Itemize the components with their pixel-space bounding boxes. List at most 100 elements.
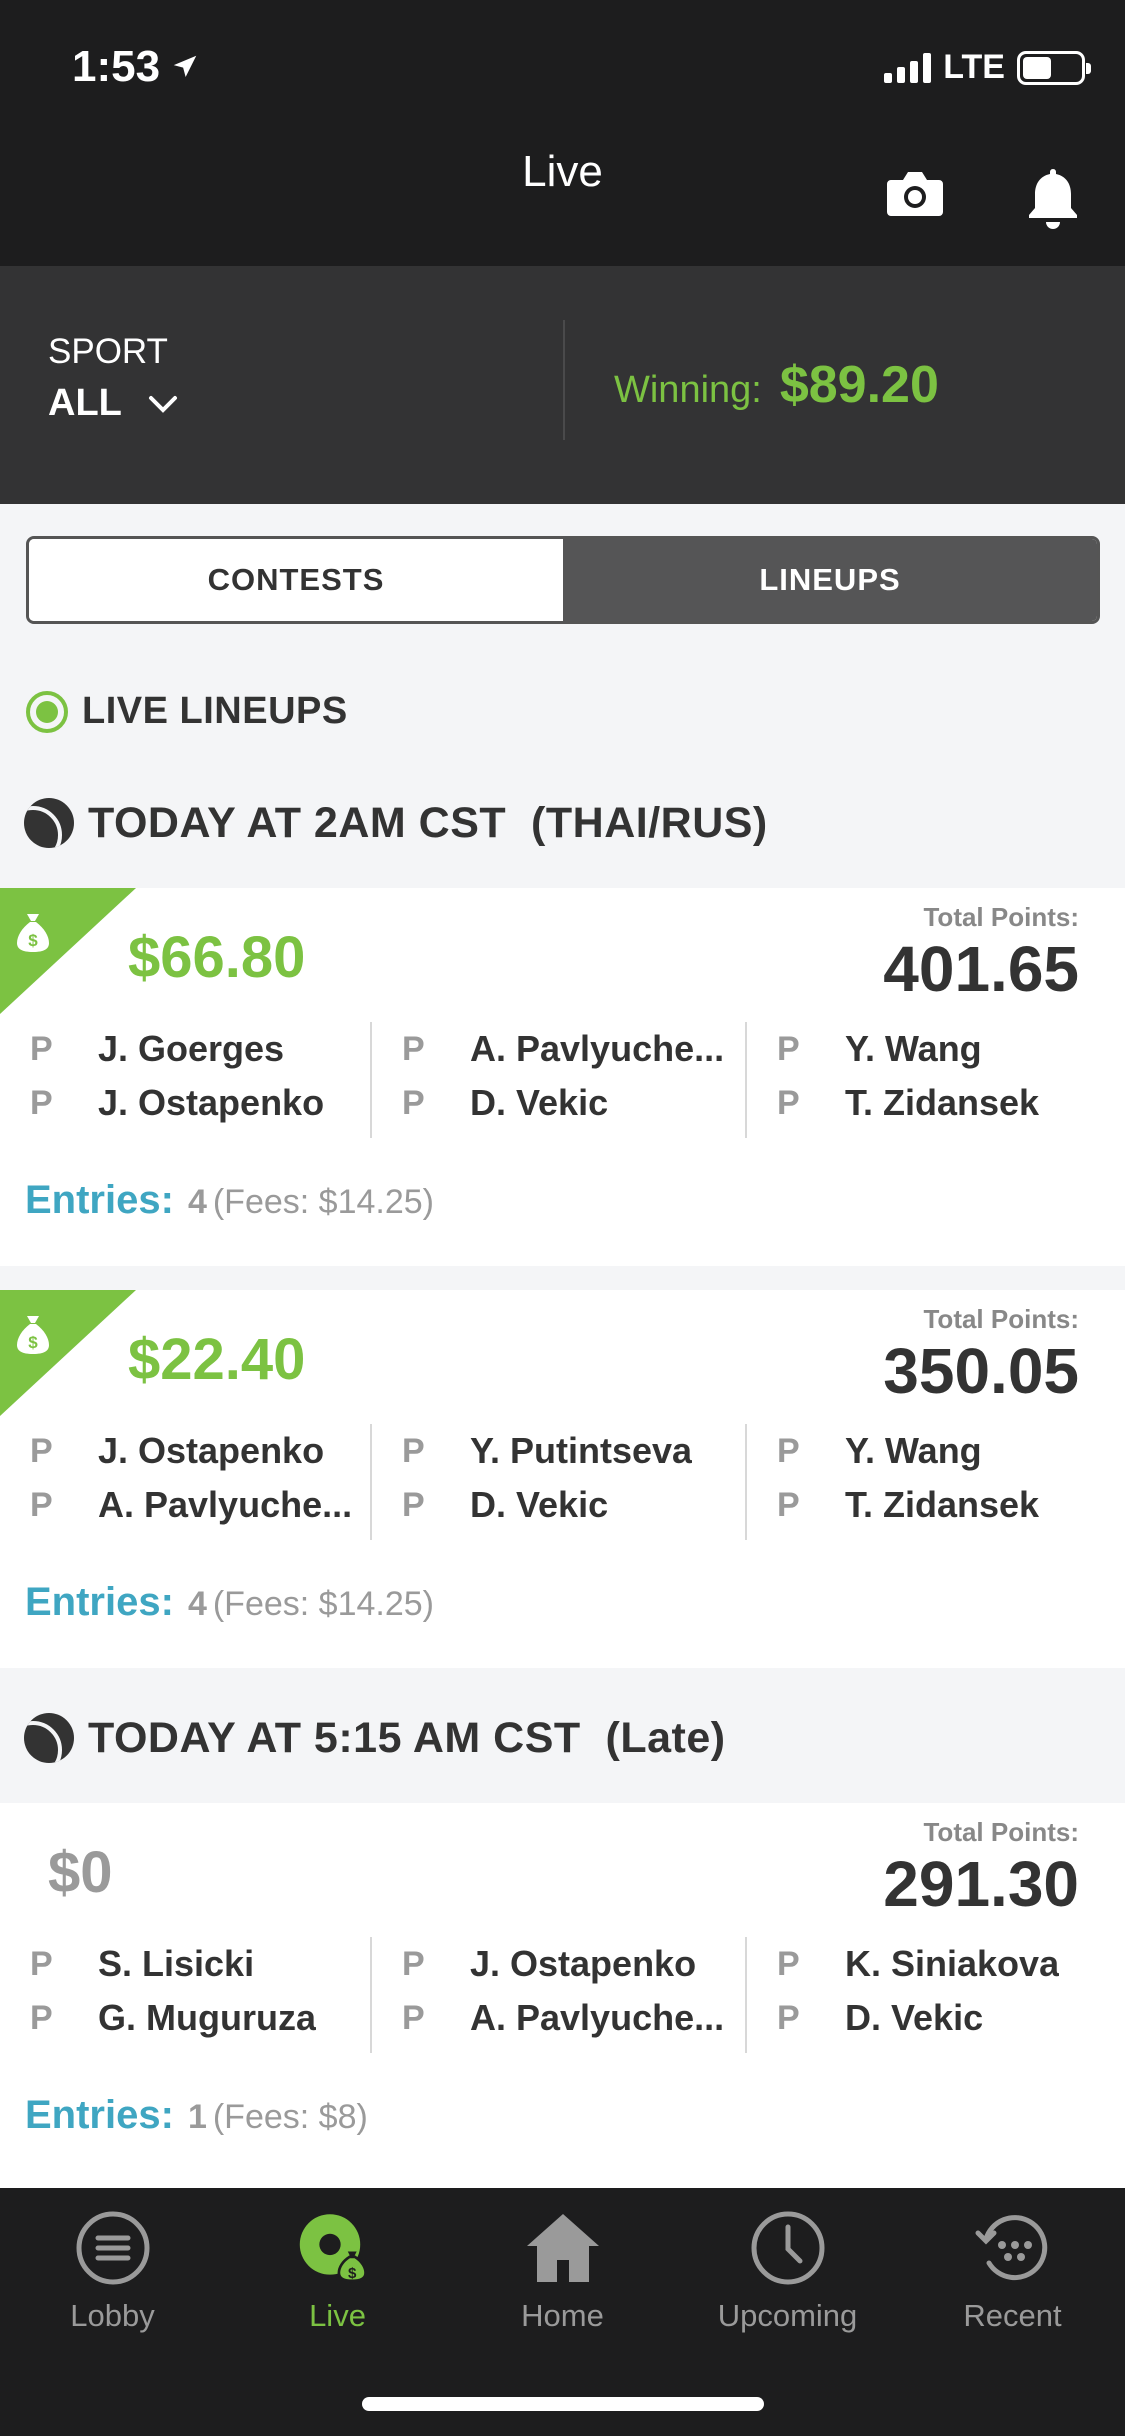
- player-name: G. Muguruza: [98, 1997, 316, 2038]
- entries-label: Entries:: [25, 1178, 174, 1222]
- live-lineups-label: LIVE LINEUPS: [82, 690, 348, 732]
- player-row: P K. Siniakova: [747, 1937, 1059, 1991]
- player-row: P T. Zidansek: [747, 1076, 1039, 1130]
- home-icon: [523, 2208, 603, 2288]
- player-row: P A. Pavlyuche...: [372, 1022, 724, 1076]
- section-header: TODAY AT 5:15 AM CST (Late): [24, 1713, 726, 1763]
- player-grid: P S. Lisicki P G. Muguruza P J. Ostapenko P…: [0, 1937, 1125, 2053]
- svg-text:$: $: [28, 1333, 38, 1352]
- player-name: D. Vekic: [470, 1082, 609, 1123]
- winning-value: $89.20: [779, 356, 939, 414]
- tab-home[interactable]: Home: [450, 2208, 675, 2338]
- sport-dropdown[interactable]: ALL: [48, 382, 178, 425]
- player-row: P D. Vekic: [747, 1991, 983, 2045]
- player-position: P: [30, 1431, 53, 1470]
- tab-label: Home: [521, 2298, 604, 2333]
- player-row: P D. Vekic: [372, 1478, 608, 1532]
- player-position: P: [777, 1431, 800, 1470]
- total-points-value: 291.30: [883, 1848, 1079, 1920]
- sport-value: ALL: [48, 382, 122, 424]
- camera-icon: [887, 172, 943, 216]
- tab-upcoming[interactable]: Upcoming: [675, 2208, 900, 2338]
- player-name: Y. Putintseva: [470, 1430, 693, 1471]
- menu-circle-icon: [73, 2208, 153, 2288]
- entries-info: Entries: 1 (Fees: $8): [25, 2093, 368, 2138]
- player-name: A. Pavlyuche...: [470, 1997, 725, 2038]
- player-name: K. Siniakova: [845, 1943, 1060, 1984]
- player-position: P: [777, 1944, 800, 1983]
- player-name: J. Ostapenko: [98, 1430, 325, 1471]
- player-position: P: [777, 1485, 800, 1524]
- player-row: P D. Vekic: [372, 1076, 608, 1130]
- live-money-icon: $: [298, 2208, 378, 2288]
- lineup-card[interactable]: $ $22.40 Total Points: 350.05 P J. Ostape…: [0, 1290, 1125, 1668]
- svg-text:$: $: [28, 931, 38, 950]
- player-position: P: [402, 1998, 425, 2037]
- player-name: J. Ostapenko: [98, 1082, 325, 1123]
- tab-label: Recent: [963, 2298, 1062, 2333]
- home-indicator[interactable]: [362, 2397, 764, 2411]
- player-position: P: [402, 1944, 425, 1983]
- winning-label: Winning:: [614, 369, 762, 411]
- player-position: P: [30, 1029, 53, 1068]
- player-row: P Y. Wang: [747, 1022, 982, 1076]
- player-name: A. Pavlyuche...: [98, 1484, 353, 1525]
- player-column: P J. Ostapenko P A. Pavlyuche...: [370, 1937, 745, 2053]
- page-title: Live: [522, 147, 603, 196]
- live-indicator-icon: [26, 690, 68, 733]
- tab-live[interactable]: $ Live: [225, 2208, 450, 2338]
- tennis-ball-icon: [24, 798, 74, 848]
- status-time: 1:53: [72, 42, 200, 92]
- player-position: P: [402, 1083, 425, 1122]
- tab-label: Upcoming: [717, 2298, 858, 2333]
- lineup-winnings: $22.40: [128, 1327, 306, 1392]
- tab-recent[interactable]: Recent: [900, 2208, 1125, 2338]
- filter-divider: [563, 320, 565, 440]
- winning-summary: Winning: $89.20: [614, 355, 939, 415]
- player-name: T. Zidansek: [845, 1484, 1040, 1525]
- battery-icon: [1017, 50, 1091, 85]
- player-row: P J. Ostapenko: [0, 1424, 324, 1478]
- chevron-down-icon: [148, 395, 177, 413]
- entries-count: 4: [187, 1183, 207, 1221]
- svg-text:$: $: [348, 2265, 357, 2282]
- player-position: P: [777, 1083, 800, 1122]
- player-row: P J. Ostapenko: [372, 1937, 696, 1991]
- tab-contests[interactable]: CONTESTS: [29, 539, 563, 621]
- status-indicators: LTE: [884, 48, 1091, 87]
- tab-lineups[interactable]: LINEUPS: [563, 539, 1097, 621]
- player-column: P Y. Wang P T. Zidansek: [745, 1022, 1120, 1138]
- money-bag-icon: $: [17, 1316, 49, 1354]
- player-grid: P J. Goerges P J. Ostapenko P A. Pavlyuche.…: [0, 1022, 1125, 1138]
- player-row: P Y. Wang: [747, 1424, 982, 1478]
- total-points-value: 401.65: [883, 933, 1079, 1005]
- network-label: LTE: [943, 48, 1005, 86]
- player-name: Y. Wang: [845, 1430, 982, 1471]
- section-header: TODAY AT 2AM CST (THAI/RUS): [24, 798, 768, 848]
- entries-label: Entries:: [25, 1580, 174, 1624]
- player-row: P T. Zidansek: [747, 1478, 1039, 1532]
- lineup-winnings: $66.80: [128, 925, 306, 990]
- notifications-button[interactable]: [1023, 165, 1083, 231]
- player-column: P J. Goerges P J. Ostapenko: [0, 1022, 375, 1138]
- section-title: TODAY AT 2AM CST (THAI/RUS): [88, 798, 768, 847]
- player-row: P J. Goerges: [0, 1022, 284, 1076]
- live-lineups-header: LIVE LINEUPS: [26, 690, 348, 733]
- bell-icon: [1029, 169, 1077, 229]
- player-name: D. Vekic: [470, 1484, 609, 1525]
- camera-button[interactable]: [885, 168, 945, 220]
- lineup-card[interactable]: $0 Total Points: 291.30 P S. Lisicki P G. …: [0, 1803, 1125, 2188]
- signal-icon: [884, 52, 932, 83]
- section-title: TODAY AT 5:15 AM CST (Late): [88, 1713, 726, 1762]
- entries-info: Entries: 4 (Fees: $14.25): [25, 1580, 434, 1625]
- player-name: J. Ostapenko: [470, 1943, 697, 1984]
- lineup-card[interactable]: $ $66.80 Total Points: 401.65 P J. Goerge…: [0, 888, 1125, 1266]
- player-name: J. Goerges: [98, 1028, 285, 1069]
- player-position: P: [30, 1998, 53, 2037]
- entries-fees: (Fees: $8): [212, 2098, 368, 2136]
- total-points-label: Total Points:: [923, 902, 1079, 932]
- player-row: P S. Lisicki: [0, 1937, 254, 1991]
- tab-lobby[interactable]: Lobby: [0, 2208, 225, 2338]
- status-time-text: 1:53: [72, 42, 161, 91]
- top-bar: [0, 0, 1125, 266]
